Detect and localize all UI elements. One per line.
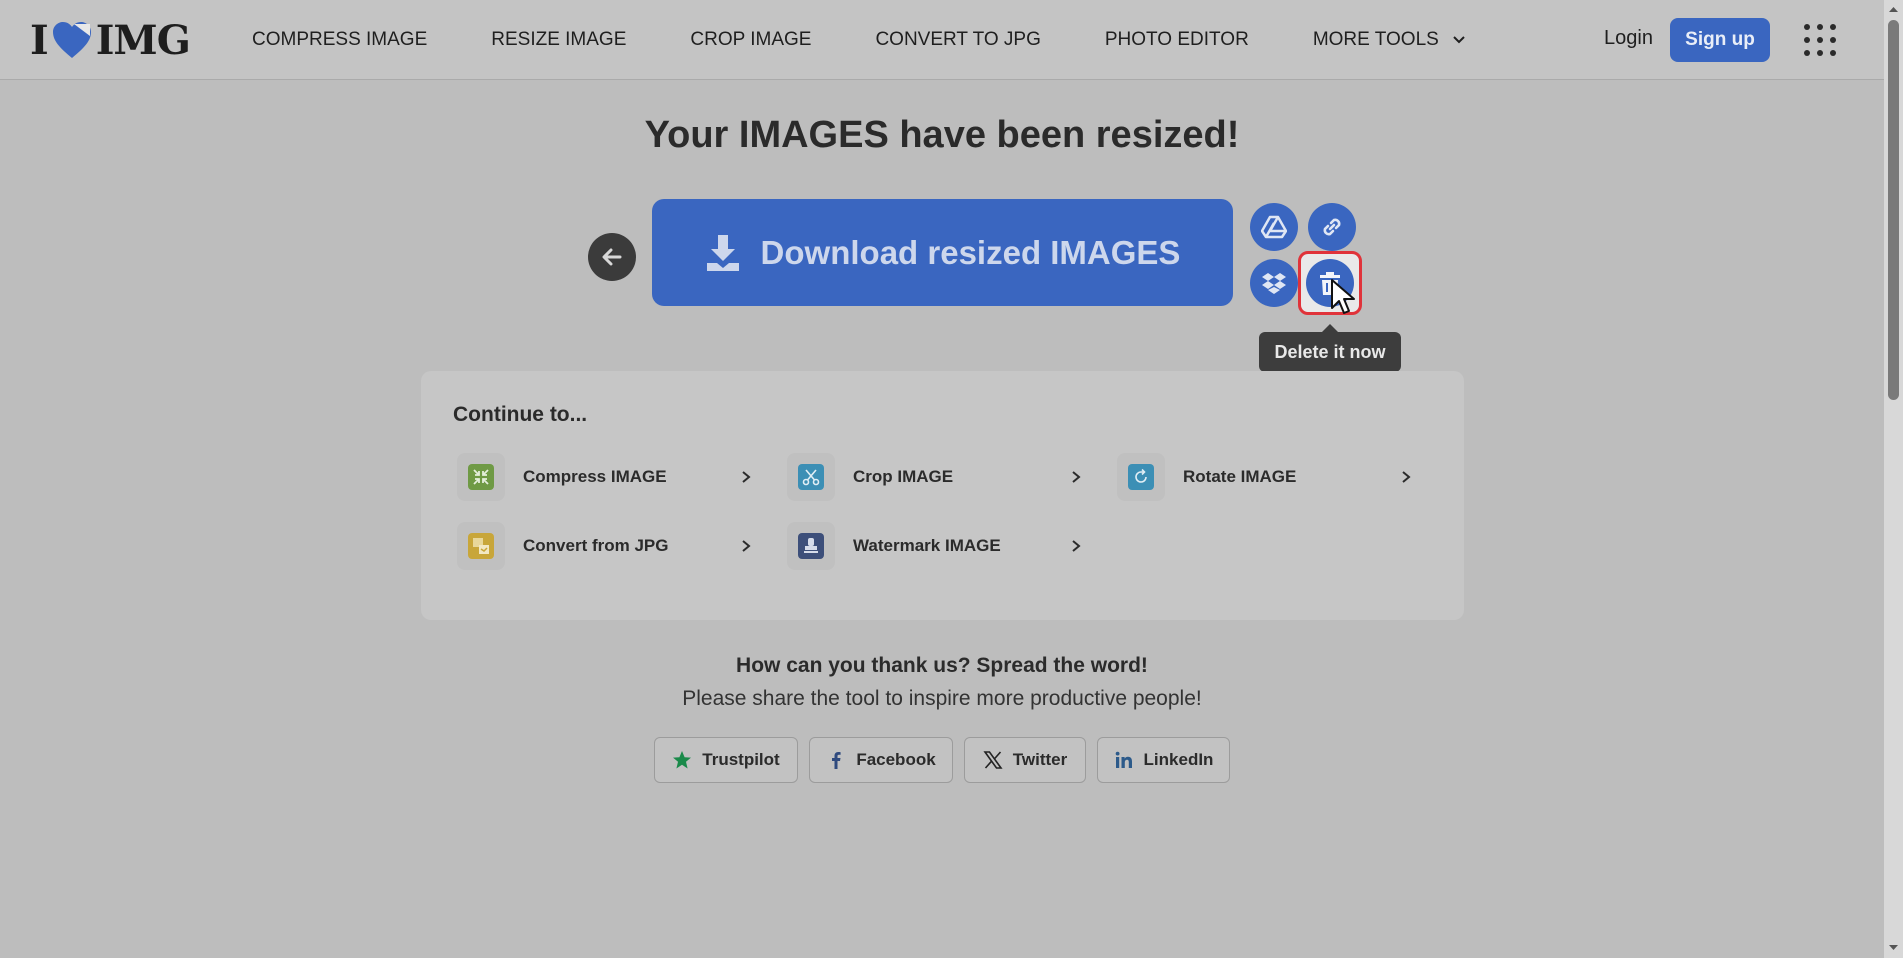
convert-jpg-icon [468,533,494,559]
chevron-right-icon [742,540,751,552]
dropbox-icon [1262,273,1286,294]
back-button[interactable] [588,233,636,281]
arrow-left-icon [602,248,622,266]
nav-photo-editor[interactable]: PHOTO EDITOR [1105,29,1249,51]
trustpilot-label: Trustpilot [702,750,780,769]
top-header: I IMG COMPRESS IMAGE RESIZE IMAGE CROP I… [0,0,1884,80]
linkedin-label: LinkedIn [1143,750,1214,769]
link-icon [1323,218,1341,236]
tool-label: Rotate IMAGE [1183,467,1297,486]
tool-icon-box [787,453,835,501]
signup-button[interactable]: Sign up [1670,18,1770,62]
page-scrollbar[interactable] [1884,0,1903,958]
nav-more-tools-label: MORE TOOLS [1312,29,1439,50]
main-nav: COMPRESS IMAGE RESIZE IMAGE CROP IMAGE C… [252,0,1531,80]
mouse-cursor-icon [1331,279,1355,314]
continue-crop-image[interactable]: Crop IMAGE [787,453,1087,501]
continue-title: Continue to... [453,403,588,426]
continue-card: Continue to... Compress IMAGE Crop IMAGE… [421,371,1464,620]
linkedin-button[interactable]: LinkedIn [1097,737,1230,783]
download-icon [706,234,739,271]
delete-tooltip: Delete it now [1259,324,1401,372]
scissors-icon [798,464,824,490]
tool-label: Convert from JPG [523,536,669,555]
twitter-button[interactable]: Twitter [964,737,1086,783]
tool-label: Watermark IMAGE [853,536,1001,555]
star-icon [673,751,692,769]
logo-text-right: IMG [95,16,191,64]
x-twitter-icon [983,751,1003,769]
scroll-thumb[interactable] [1888,20,1899,400]
continue-rotate-image[interactable]: Rotate IMAGE [1117,453,1417,501]
facebook-label: Facebook [856,750,936,769]
nav-convert-to-jpg[interactable]: CONVERT TO JPG [875,29,1040,51]
apps-grid-icon[interactable] [1802,22,1838,58]
nav-crop-image[interactable]: CROP IMAGE [690,29,811,51]
facebook-icon [832,752,841,769]
tool-icon-box [787,522,835,570]
twitter-label: Twitter [1012,750,1068,769]
logo[interactable]: I IMG [30,16,191,64]
tool-label: Crop IMAGE [853,467,954,486]
continue-watermark-image[interactable]: Watermark IMAGE [787,522,1087,570]
tool-icon-box [1117,453,1165,501]
tool-label: Compress IMAGE [523,467,667,486]
tool-icon-box [457,453,505,501]
chevron-right-icon [742,471,751,483]
copy-link-button[interactable] [1308,203,1356,251]
heart-logo-icon [52,22,91,58]
trustpilot-button[interactable]: Trustpilot [654,737,798,783]
scroll-down-arrow-icon[interactable] [1888,942,1899,953]
nav-compress-image[interactable]: COMPRESS IMAGE [252,29,427,51]
nav-resize-image[interactable]: RESIZE IMAGE [491,29,626,51]
chevron-down-icon [1453,36,1465,44]
google-drive-icon [1261,215,1287,239]
facebook-button[interactable]: Facebook [809,737,953,783]
nav-more-tools[interactable]: MORE TOOLS [1313,29,1467,51]
download-label: Download resized IMAGES [760,233,1181,271]
compress-icon [468,464,494,490]
chevron-right-icon [1072,471,1081,483]
page-title: Your IMAGES have been resized! [644,114,1240,156]
share-subtitle: Please share the tool to inspire more pr… [682,687,1202,710]
rotate-icon [1128,464,1154,490]
continue-convert-from-jpg[interactable]: Convert from JPG [457,522,757,570]
login-link[interactable]: Login [1604,27,1653,50]
share-title: How can you thank us? Spread the word! [736,654,1148,677]
linkedin-icon [1115,751,1132,768]
chevron-right-icon [1072,540,1081,552]
tool-icon-box [457,522,505,570]
scroll-up-arrow-icon[interactable] [1888,4,1899,15]
download-button[interactable]: Download resized IMAGES [652,199,1233,306]
google-drive-button[interactable] [1250,203,1298,251]
chevron-right-icon [1402,471,1411,483]
stamp-icon [798,533,824,559]
continue-compress-image[interactable]: Compress IMAGE [457,453,757,501]
logo-text-left: I [30,16,49,64]
dropbox-button[interactable] [1250,259,1298,307]
